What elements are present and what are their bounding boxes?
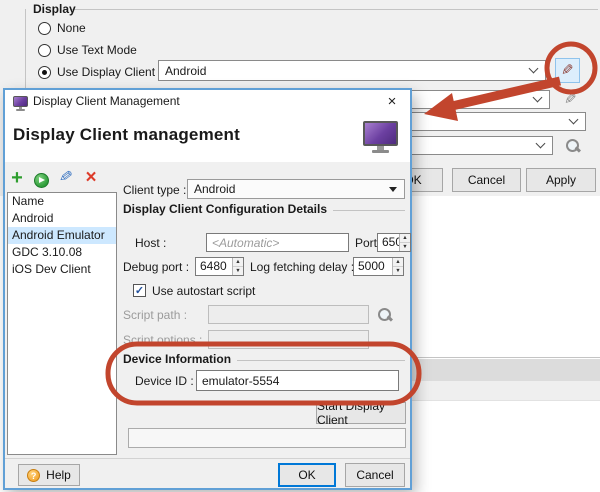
client-type-label: Client type : [123, 183, 186, 197]
device-group-header: Device Information [123, 352, 405, 366]
help-icon: ? [27, 469, 40, 482]
radio-use-display-client-label: Use Display Client : [57, 65, 162, 79]
host-placeholder: <Automatic> [212, 236, 279, 250]
radio-none-label: None [57, 21, 86, 35]
add-button[interactable]: + [8, 169, 26, 187]
dialog-footer-divider [5, 458, 410, 459]
ok-button[interactable]: OK [278, 463, 336, 487]
delete-icon: × [85, 168, 96, 187]
start-display-client-button[interactable]: Start Display Client [316, 402, 406, 424]
screen: Display None Use Text Mode Use Display C… [0, 0, 600, 492]
log-delay-label: Log fetching delay : [250, 260, 354, 274]
delete-button[interactable]: × [82, 168, 100, 186]
script-options-field [208, 330, 369, 349]
spin-down-icon: ▼ [393, 267, 403, 275]
radio-none[interactable] [38, 22, 51, 35]
spinner-arrows[interactable]: ▲▼ [232, 258, 243, 275]
device-group-title: Device Information [123, 352, 231, 366]
script-path-browse-icon[interactable] [375, 306, 393, 324]
port-value: 6502 [378, 234, 399, 251]
radio-use-display-client[interactable] [38, 66, 51, 79]
dialog-heading: Display Client management [13, 125, 240, 145]
list-header: Name [8, 193, 116, 210]
copy-icon [34, 173, 49, 188]
display-client-management-dialog: Display Client Management × Display Clie… [3, 88, 412, 490]
config-group-header: Display Client Configuration Details [123, 202, 405, 216]
edit-button[interactable]: ✎ [57, 169, 75, 187]
chevron-down-icon [536, 139, 546, 149]
list-item[interactable]: GDC 3.10.08 [8, 244, 116, 261]
radio-use-text-mode-label: Use Text Mode [57, 43, 137, 57]
debug-port-label: Debug port : [123, 260, 189, 274]
spin-up-icon: ▲ [393, 258, 403, 267]
display-client-combobox-value: Android [159, 64, 530, 78]
dropdown-arrow-icon [389, 187, 397, 192]
display-client-list[interactable]: Name Android Android Emulator GDC 3.10.0… [7, 192, 117, 455]
background-apply-button[interactable]: Apply [526, 168, 596, 192]
spin-down-icon: ▼ [400, 243, 410, 251]
port-spinner[interactable]: 6502 ▲▼ [377, 233, 411, 252]
dialog-titlebar: Display Client Management × [5, 90, 410, 113]
device-id-field[interactable]: emulator-5554 [196, 370, 399, 391]
list-item[interactable]: iOS Dev Client [8, 261, 116, 278]
device-id-label: Device ID : [135, 374, 194, 388]
chevron-down-icon [569, 115, 579, 125]
debug-port-value: 6480 [196, 258, 232, 275]
device-id-value: emulator-5554 [202, 374, 279, 388]
edit-pencil-icon: ✎ [58, 169, 74, 187]
check-icon: ✓ [135, 285, 144, 297]
copy-button[interactable] [32, 171, 50, 189]
edit-display-client-button[interactable]: ✎ [555, 58, 580, 83]
display-client-combobox[interactable]: Android [158, 60, 546, 81]
titlebar-monitor-icon [13, 96, 28, 111]
help-button[interactable]: ? Help [18, 464, 80, 486]
dialog-header: Display Client management [5, 113, 410, 162]
dialog-title: Display Client Management [33, 90, 180, 113]
spin-up-icon: ▲ [400, 234, 410, 243]
client-type-combobox[interactable]: Android [187, 179, 405, 199]
list-item[interactable]: Android [8, 210, 116, 227]
edit-button-2[interactable]: ✎ [560, 89, 580, 109]
autostart-label: Use autostart script [152, 284, 255, 298]
chevron-down-icon [533, 93, 543, 103]
host-field[interactable]: <Automatic> [206, 233, 349, 252]
log-delay-spinner[interactable]: 5000 ▲▼ [353, 257, 404, 276]
add-icon: + [11, 168, 23, 188]
display-group-label: Display [33, 2, 76, 16]
close-icon[interactable]: × [380, 92, 404, 111]
radio-use-text-mode[interactable] [38, 44, 51, 57]
spin-down-icon: ▼ [233, 267, 243, 275]
display-groupbox-top-line [70, 9, 598, 10]
spin-up-icon: ▲ [233, 258, 243, 267]
monitor-icon [363, 121, 398, 153]
config-group-title: Display Client Configuration Details [123, 202, 327, 216]
browse-search-icon[interactable] [563, 137, 581, 155]
debug-port-spinner[interactable]: 6480 ▲▼ [195, 257, 244, 276]
script-path-field [208, 305, 369, 324]
host-label: Host : [135, 236, 166, 250]
help-label: Help [46, 468, 71, 482]
cancel-button[interactable]: Cancel [345, 463, 405, 487]
spinner-arrows[interactable]: ▲▼ [399, 234, 410, 251]
chevron-down-icon [529, 64, 539, 74]
log-delay-value: 5000 [354, 258, 392, 275]
client-type-value: Android [188, 182, 389, 196]
progress-bar [128, 428, 406, 448]
background-cancel-button[interactable]: Cancel [452, 168, 521, 192]
autostart-checkbox[interactable]: ✓ [133, 284, 146, 297]
script-path-label: Script path : [123, 308, 187, 322]
list-item-selected[interactable]: Android Emulator [8, 227, 116, 244]
spinner-arrows[interactable]: ▲▼ [392, 258, 403, 275]
pencil-icon: ✎ [561, 63, 574, 78]
pencil-icon: ✎ [564, 92, 577, 107]
script-options-label: Script options : [123, 333, 202, 347]
